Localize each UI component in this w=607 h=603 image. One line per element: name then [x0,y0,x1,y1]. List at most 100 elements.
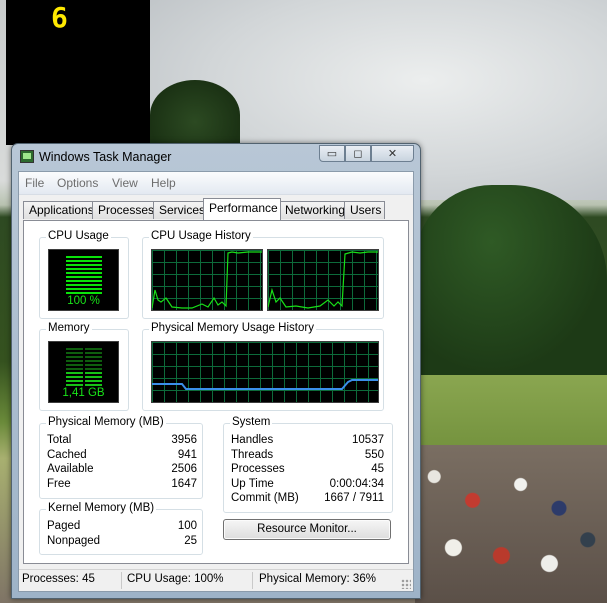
stat-label: Handles [231,434,274,446]
stat-value: 10537 [352,434,384,446]
window-client-area: File Options View Help Applications Proc… [18,171,414,592]
memory-history-line [152,379,378,390]
stat-value: 3956 [171,434,197,446]
stat-row: Processes 45 [231,462,384,477]
meter-bar [66,380,102,382]
memory-value: 1,41 GB [62,387,105,399]
performance-panel: CPU Usage 100 % CPU Usage History Memory… [23,220,409,564]
status-cpu-usage: CPU Usage: 100% [127,573,224,585]
status-physical-memory: Physical Memory: 36% [259,573,376,585]
stat-row: Free 1647 [47,477,197,492]
system-title: System [230,416,273,428]
meter-bar [66,376,102,378]
stat-label: Total [47,434,72,446]
stat-row: Available 2506 [47,462,197,477]
title-bar[interactable]: Windows Task Manager ▭ ◻ ✕ [12,144,420,170]
stat-label: Paged [47,520,81,532]
menu-file[interactable]: File [25,176,44,190]
cpu-usage-group: CPU Usage 100 % [39,230,129,319]
stat-label: Available [47,463,94,476]
stat-row: Handles 10537 [231,433,384,448]
maximize-button[interactable]: ◻ [345,145,371,162]
status-separator [252,572,253,589]
cpu-usage-value: 100 % [67,295,100,307]
tab-networking[interactable]: Networking [279,201,346,219]
task-manager-window[interactable]: Windows Task Manager ▭ ◻ ✕ File Options … [11,143,421,599]
cpu-history-title: CPU Usage History [149,230,253,242]
memory-group: Memory 1,41 GB [39,322,129,411]
task-manager-icon [20,150,34,163]
wallpaper-runners [415,445,607,603]
cpu-history-line-core-1 [152,251,262,309]
stat-label: Free [47,477,71,490]
stat-row: Commit (MB) 1667 / 7911 [231,491,384,506]
meter-bar [66,280,102,282]
stat-label: Commit (MB) [231,492,299,505]
meter-bar [66,372,102,374]
menu-help[interactable]: Help [151,176,176,190]
meter-bar [66,268,102,270]
stat-value: 2506 [171,463,197,476]
meter-bar [66,288,102,290]
meter-bar [66,292,102,294]
stat-row: Threads 550 [231,448,384,463]
stat-row: Cached 941 [47,448,197,463]
physical-memory-title: Physical Memory (MB) [46,416,166,428]
memory-bars [66,348,102,386]
meter-bar [66,260,102,262]
tab-processes[interactable]: Processes [92,201,154,219]
meter-bar [66,356,102,358]
cpu-usage-meter: 100 % [48,249,119,311]
stat-label: Processes [231,463,285,476]
system-stats: Handles 10537 Threads 550 Processes 45 Up T… [231,433,384,506]
status-bar: Processes: 45 CPU Usage: 100% Physical M… [19,569,413,591]
resize-grip[interactable] [401,579,411,589]
stat-label: Nonpaged [47,534,101,547]
meter-bar [66,384,102,386]
window-title: Windows Task Manager [39,150,172,164]
stat-value: 1667 / 7911 [324,492,384,505]
stat-label: Cached [47,448,87,461]
cpu-history-line-core-2 [268,251,378,309]
meter-bar [66,348,102,350]
system-group: System Handles 10537 Threads 550 Processes… [223,416,393,513]
wallpaper-forest [415,185,607,375]
kernel-memory-stats: Paged 100 Nonpaged 25 [47,519,197,548]
physical-memory-group: Physical Memory (MB) Total 3956 Cached 941… [39,416,203,499]
minimize-button[interactable]: ▭ [319,145,345,162]
tab-performance[interactable]: Performance [203,198,281,220]
kernel-memory-title: Kernel Memory (MB) [46,502,157,514]
menu-view[interactable]: View [112,176,138,190]
menu-bar: File Options View Help [19,172,413,195]
stat-row: Nonpaged 25 [47,534,197,549]
kernel-memory-group: Kernel Memory (MB) Paged 100 Nonpaged 25 [39,502,203,555]
tab-users[interactable]: Users [344,201,385,219]
resource-monitor-button[interactable]: Resource Monitor... [223,519,391,540]
stat-value: 941 [177,448,197,461]
meter-bar [66,368,102,370]
stat-row: Total 3956 [47,433,197,448]
cpu-history-group: CPU Usage History [142,230,384,319]
meter-bar [66,264,102,266]
desktop-gadget[interactable]: 6 [6,0,150,145]
stat-label: Threads [231,448,274,461]
menu-options[interactable]: Options [57,176,98,190]
caption-buttons: ▭ ◻ ✕ [319,145,414,162]
stat-value: 0:00:04:34 [329,477,384,490]
close-button[interactable]: ✕ [371,145,414,162]
tab-services[interactable]: Services [153,201,205,219]
stat-row: Paged 100 [47,519,197,534]
memory-title: Memory [46,322,92,334]
memory-history-group: Physical Memory Usage History [142,322,384,411]
physical-memory-stats: Total 3956 Cached 941 Available 2506 Free 16… [47,433,197,491]
meter-bar [66,256,102,258]
tab-applications[interactable]: Applications [23,201,94,219]
memory-history-graph [151,341,379,403]
wallpaper-trees [150,80,240,150]
status-processes: Processes: 45 [22,573,95,585]
stat-value: 25 [184,534,197,547]
meter-bar [66,284,102,286]
stat-value: 550 [364,448,384,461]
meter-bar [66,360,102,362]
stat-value: 45 [371,463,384,476]
